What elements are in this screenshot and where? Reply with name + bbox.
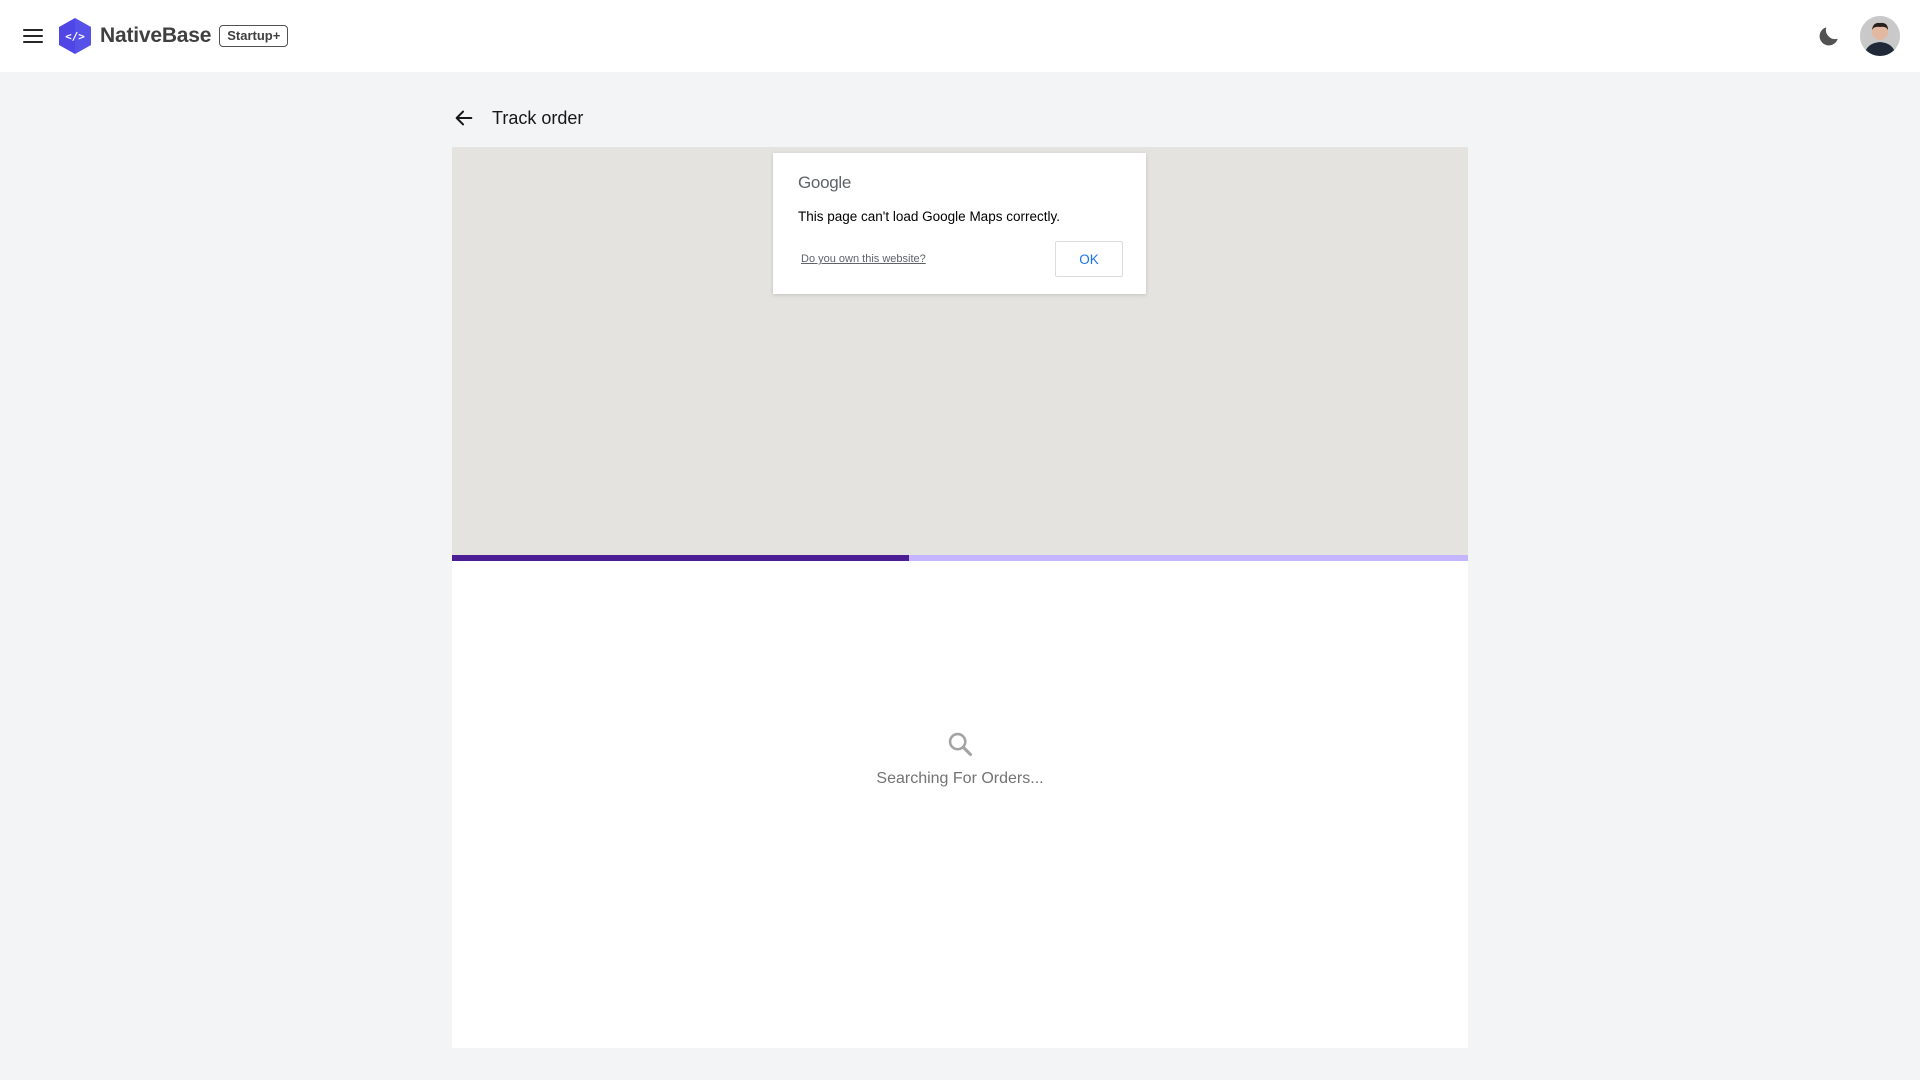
own-website-link[interactable]: Do you own this website? <box>801 253 926 265</box>
maps-error-dialog: Google This page can't load Google Maps … <box>773 153 1146 294</box>
search-icon <box>946 730 974 758</box>
nativebase-logo[interactable]: </> <box>56 16 94 56</box>
back-arrow-icon[interactable] <box>452 106 476 130</box>
maps-error-footer: Do you own this website? OK <box>798 241 1123 277</box>
moon-icon[interactable] <box>1816 23 1842 49</box>
svg-text:</>: </> <box>65 30 85 43</box>
searching-state: Searching For Orders... <box>452 730 1468 788</box>
page-header: Track order <box>452 103 583 133</box>
maps-error-message: This page can't load Google Maps correct… <box>798 209 1060 224</box>
navbar-left: </> NativeBase Startup+ <box>20 16 289 56</box>
navbar-right <box>1816 16 1900 56</box>
top-navbar: </> NativeBase Startup+ <box>0 0 1920 72</box>
avatar[interactable] <box>1860 16 1900 56</box>
orders-panel: Searching For Orders... <box>452 561 1468 1048</box>
map-view[interactable]: Google This page can't load Google Maps … <box>452 147 1468 555</box>
ok-button[interactable]: OK <box>1055 241 1123 277</box>
brand-name: NativeBase <box>100 24 212 47</box>
menu-icon[interactable] <box>20 23 46 49</box>
google-logo: Google <box>798 173 852 192</box>
searching-status-text: Searching For Orders... <box>876 770 1044 787</box>
page-title: Track order <box>492 107 584 128</box>
plan-badge: Startup+ <box>219 25 289 47</box>
